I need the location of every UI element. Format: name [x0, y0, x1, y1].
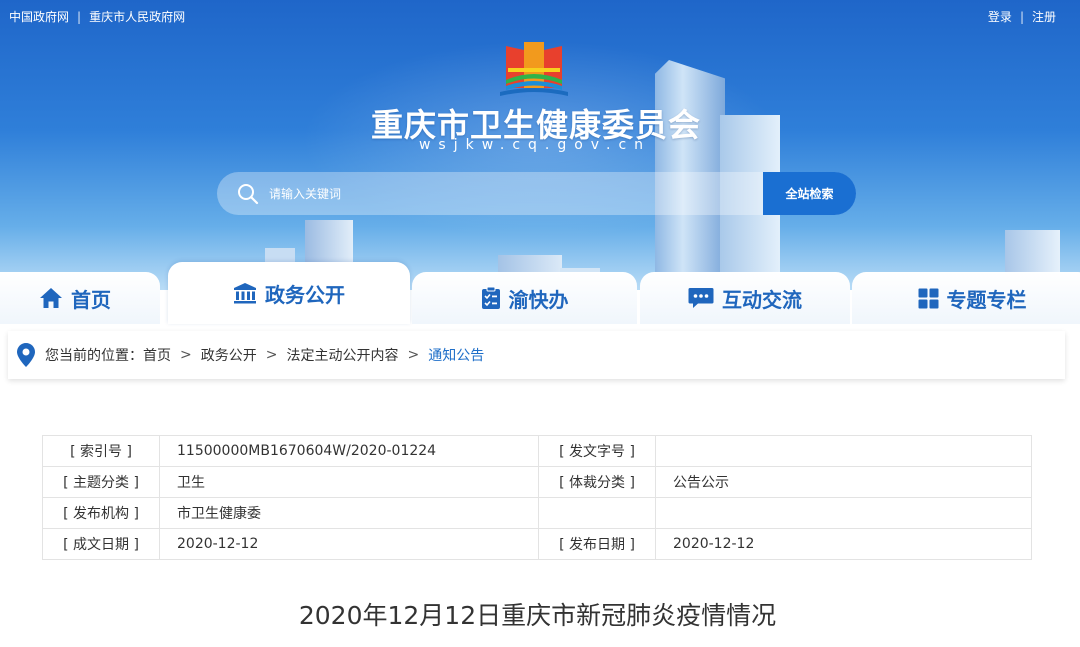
meta-value-empty — [655, 497, 1032, 529]
meta-value-document-number — [655, 435, 1032, 467]
nav-tab-label: 渝快办 — [508, 287, 569, 312]
meta-key-written-date: [ 成文日期 ] — [42, 528, 160, 560]
nav-tab-home[interactable]: 首页 — [0, 272, 160, 324]
register-link[interactable]: 注册 — [1032, 10, 1056, 24]
nav-tab-label: 互动交流 — [722, 287, 802, 312]
table-row: [ 主题分类 ] 卫生 [ 体裁分类 ] 公告公示 — [42, 466, 1032, 498]
article-title: 2020年12月12日重庆市新冠肺炎疫情情况 — [298, 601, 777, 630]
link-china-gov[interactable]: 中国政府网 — [9, 10, 69, 24]
checklist-icon — [481, 286, 500, 309]
breadcrumb-home[interactable]: 首页 — [143, 345, 171, 365]
meta-key-index-number: [ 索引号 ] — [42, 435, 160, 467]
site-domain: wsjkw.cq.gov.cn — [418, 137, 652, 153]
nav-tab-topics[interactable]: 专题专栏 — [852, 272, 1080, 324]
meta-value-written-date: 2020-12-12 — [159, 528, 539, 560]
breadcrumb-notices[interactable]: 通知公告 — [428, 345, 484, 365]
breadcrumb-prefix: 您当前的位置： — [45, 348, 143, 364]
link-chongqing-gov[interactable]: 重庆市人民政府网 — [89, 10, 185, 24]
site-logo-icon — [500, 42, 568, 96]
meta-key-document-number: [ 发文字号 ] — [538, 435, 656, 467]
meta-key-topic: [ 主题分类 ] — [42, 466, 160, 498]
breadcrumb-gov-affairs[interactable]: 政务公开 — [201, 345, 257, 365]
breadcrumb-statutory-disclosure[interactable]: 法定主动公开内容 — [286, 345, 398, 365]
meta-key-publisher: [ 发布机构 ] — [42, 497, 160, 529]
meta-key-empty — [538, 497, 656, 529]
meta-value-publisher: 市卫生健康委 — [159, 497, 539, 529]
government-building-icon — [234, 283, 256, 304]
meta-key-genre: [ 体裁分类 ] — [538, 466, 656, 498]
meta-key-publish-date: [ 发布日期 ] — [538, 528, 656, 560]
chat-bubble-icon — [688, 288, 714, 308]
breadcrumb-separator: > — [407, 347, 420, 363]
home-icon — [40, 288, 62, 308]
main-nav: 首页 政务公开 渝快办 互动交流 专题专栏 — [0, 262, 1080, 324]
link-separator: | — [77, 10, 82, 24]
meta-value-index-number: 11500000MB1670604W/2020-01224 — [159, 435, 539, 467]
search-bar: 全站检索 — [217, 172, 856, 215]
nav-tab-label: 专题专栏 — [946, 287, 1027, 312]
breadcrumb-separator: > — [265, 347, 278, 363]
search-icon — [238, 184, 259, 205]
top-link-bar: 中国政府网 | 重庆市人民政府网 登录 | 注册 — [0, 8, 1080, 24]
meta-value-topic: 卫生 — [159, 466, 539, 498]
grid-icon — [918, 288, 938, 308]
breadcrumb-separator: > — [180, 347, 192, 363]
nav-tab-yukuaiban[interactable]: 渝快办 — [412, 272, 637, 324]
login-link[interactable]: 登录 — [988, 10, 1012, 24]
nav-tab-interaction[interactable]: 互动交流 — [640, 272, 850, 324]
link-separator: | — [1019, 10, 1024, 24]
header-banner: 中国政府网 | 重庆市人民政府网 登录 | 注册 重庆市卫生健康委员会 wsjkw.cq… — [0, 0, 1080, 290]
document-meta-table: [ 索引号 ] 11500000MB1670604W/2020-01224 [ … — [42, 435, 1032, 560]
nav-tab-label: 首页 — [71, 287, 111, 312]
search-input[interactable] — [269, 172, 769, 215]
nav-tab-label: 政务公开 — [265, 282, 345, 307]
location-pin-icon — [17, 343, 35, 367]
nav-tab-gov-affairs[interactable]: 政务公开 — [168, 262, 410, 324]
table-row: [ 发布机构 ] 市卫生健康委 — [42, 497, 1032, 529]
breadcrumb: 您当前的位置： 首页 > 政务公开 > 法定主动公开内容 > 通知公告 — [8, 331, 1065, 379]
meta-value-genre: 公告公示 — [655, 466, 1032, 498]
site-search-button[interactable]: 全站检索 — [763, 172, 856, 215]
table-row: [ 成文日期 ] 2020-12-12 [ 发布日期 ] 2020-12-12 — [42, 528, 1032, 560]
table-row: [ 索引号 ] 11500000MB1670604W/2020-01224 [ … — [42, 435, 1032, 467]
meta-value-publish-date: 2020-12-12 — [655, 528, 1032, 560]
